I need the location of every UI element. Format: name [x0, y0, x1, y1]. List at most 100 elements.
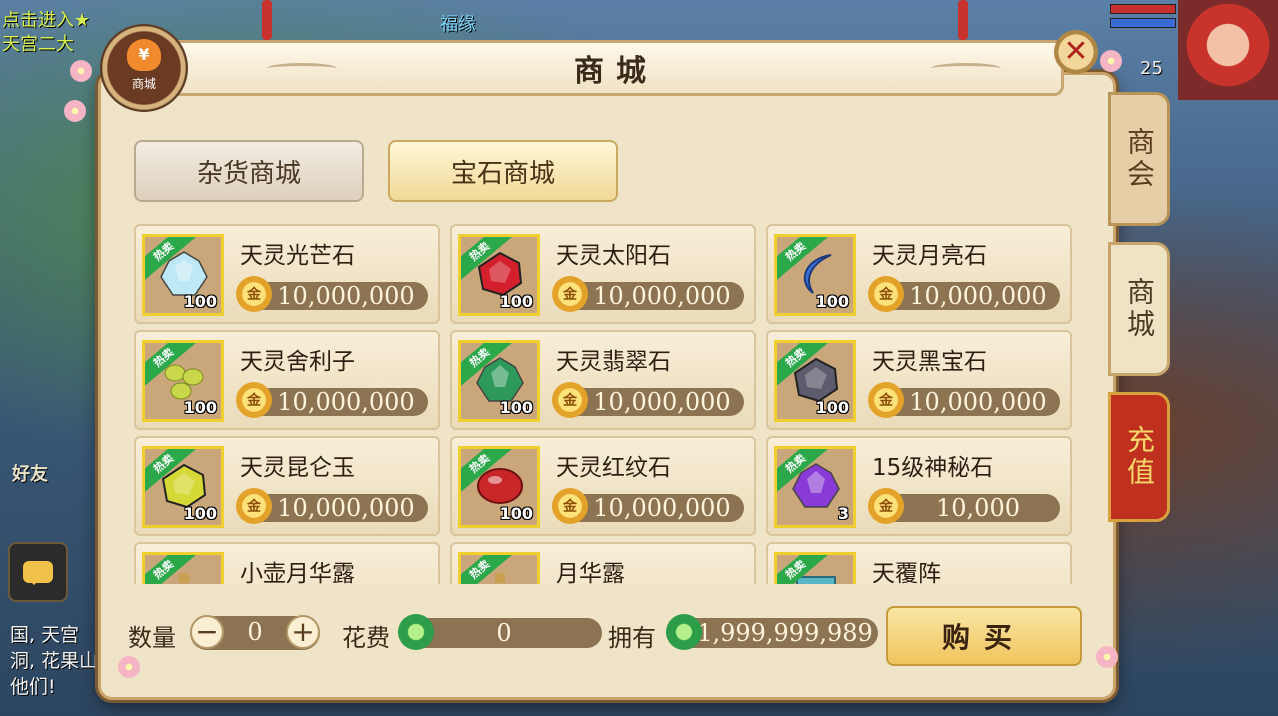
item-icon-frame[interactable]: 热卖 100 [458, 446, 540, 528]
item-icon-frame[interactable]: 热卖 3 [774, 446, 856, 528]
flower-decor [1100, 50, 1122, 72]
item-quantity: 100 [183, 292, 217, 311]
shop-item-card[interactable]: 热卖 100 天灵太阳石金 10,000,000 [450, 224, 756, 324]
item-icon-frame[interactable]: 热卖 100 [774, 234, 856, 316]
shop-item-card[interactable]: 热卖 月华露 [450, 542, 756, 584]
item-icon-frame[interactable]: 热卖 [774, 552, 856, 584]
gold-coin-icon: 金 [236, 276, 272, 312]
owned-value: 1,999,999,989 [697, 619, 873, 647]
price-bar: 金 10,000,000 [868, 276, 1060, 312]
flower-decor [1096, 646, 1118, 668]
shop-badge-label: 商城 [131, 76, 156, 91]
side-tab-mall[interactable]: 商城 [1108, 242, 1170, 376]
jade-currency-icon [666, 614, 702, 650]
item-price: 10,000 [936, 494, 1020, 522]
flower-decor [64, 100, 86, 122]
item-name: 天灵太阳石 [556, 243, 671, 269]
item-grid-scroll[interactable]: 热卖 100 天灵光芒石金 10,000,000 热卖 100 天灵太阳石金 10,000,0… [134, 224, 1076, 584]
shop-item-card[interactable]: 热卖 3 15级神秘石金 10,000 [766, 436, 1072, 536]
player-avatar[interactable] [1178, 0, 1278, 100]
title-ornament [267, 63, 337, 74]
cost-value: 0 [496, 619, 512, 647]
chat-bubble-icon [23, 561, 53, 585]
item-quantity: 100 [815, 292, 849, 311]
shop-item-card[interactable]: 热卖 100 天灵黑宝石金 10,000,000 [766, 330, 1072, 430]
player-level: 25 [1140, 58, 1163, 79]
item-name: 天灵翡翠石 [556, 349, 671, 375]
shop-item-card[interactable]: 热卖 小壶月华露 [134, 542, 440, 584]
chat-line: 他们! [10, 676, 56, 698]
gold-coin-icon: 金 [552, 382, 588, 418]
tab-general-store[interactable]: 杂货商城 [134, 140, 364, 202]
owned-label: 拥有 [608, 624, 656, 652]
decor-rope [262, 0, 272, 40]
item-icon-frame[interactable]: 热卖 [458, 552, 540, 584]
item-price: 10,000,000 [593, 494, 731, 522]
price-bar: 金 10,000,000 [236, 382, 428, 418]
quest-line-2[interactable]: 天宫二大 [2, 30, 74, 56]
item-quantity: 100 [499, 398, 533, 417]
gold-coin-icon: 金 [236, 488, 272, 524]
gold-coin-icon: 金 [868, 276, 904, 312]
item-icon-frame[interactable]: 热卖 100 [142, 340, 224, 422]
price-bar: 金 10,000,000 [236, 276, 428, 312]
shop-item-card[interactable]: 热卖 天覆阵 [766, 542, 1072, 584]
item-name: 天灵月亮石 [872, 243, 987, 269]
item-icon-frame[interactable]: 热卖 100 [142, 446, 224, 528]
shop-item-card[interactable]: 热卖 100 天灵月亮石金 10,000,000 [766, 224, 1072, 324]
quest-line-1[interactable]: 点击进入★ [2, 6, 90, 32]
price-bar: 金 10,000,000 [236, 488, 428, 524]
price-bar: 金 10,000 [868, 488, 1060, 524]
item-price: 10,000,000 [909, 388, 1047, 416]
quantity-label: 数量 [128, 624, 176, 652]
item-icon-frame[interactable]: 热卖 [142, 552, 224, 584]
gold-coin-icon: 金 [868, 488, 904, 524]
item-icon-frame[interactable]: 热卖 100 [458, 340, 540, 422]
tab-gem-store[interactable]: 宝石商城 [388, 140, 618, 202]
shop-title: 商城 [574, 54, 658, 89]
side-tab-recharge[interactable]: 充值 [1108, 392, 1170, 522]
chat-button[interactable] [8, 542, 68, 602]
shop-item-card[interactable]: 热卖 100 天灵舍利子金 10,000,000 [134, 330, 440, 430]
item-price: 10,000,000 [277, 494, 415, 522]
price-bar: 金 10,000,000 [552, 276, 744, 312]
item-icon-frame[interactable]: 热卖 100 [142, 234, 224, 316]
item-name: 天灵黑宝石 [872, 349, 987, 375]
item-price: 10,000,000 [593, 282, 731, 310]
chat-log: 国, 天宫 洞, 花果山 他们! [10, 622, 100, 700]
close-button[interactable]: ✕ [1054, 30, 1098, 74]
shop-badge: ¥ 商城 [100, 24, 188, 112]
item-name: 天覆阵 [872, 561, 941, 584]
item-price: 10,000,000 [277, 388, 415, 416]
friends-button[interactable]: 好友 [12, 460, 48, 486]
npc-name: 福缘 [440, 14, 476, 35]
plus-button[interactable]: + [286, 615, 320, 649]
cost-label: 花费 [342, 624, 390, 652]
item-name: 天灵红纹石 [556, 455, 671, 481]
jade-currency-icon [398, 614, 434, 650]
item-quantity: 100 [499, 292, 533, 311]
item-name: 15级神秘石 [872, 455, 994, 481]
shop-item-card[interactable]: 热卖 100 天灵昆仑玉金 10,000,000 [134, 436, 440, 536]
item-quantity: 100 [183, 504, 217, 523]
price-bar: 金 10,000,000 [868, 382, 1060, 418]
owned-bar: 1,999,999,989 [666, 614, 878, 650]
gold-coin-icon: 金 [236, 382, 272, 418]
item-icon-frame[interactable]: 热卖 100 [774, 340, 856, 422]
shop-item-card[interactable]: 热卖 100 天灵光芒石金 10,000,000 [134, 224, 440, 324]
item-icon-frame[interactable]: 热卖 100 [458, 234, 540, 316]
buy-button[interactable]: 购买 [886, 606, 1082, 666]
player-status-bars [1110, 4, 1176, 32]
chat-line: 国, 天宫 [10, 624, 80, 646]
gold-coin-icon: 金 [552, 276, 588, 312]
item-quantity: 100 [815, 398, 849, 417]
decor-rope [958, 0, 968, 40]
side-tab-guild-shop[interactable]: 商会 [1108, 92, 1170, 226]
price-bar: 金 10,000,000 [552, 382, 744, 418]
shop-item-card[interactable]: 热卖 100 天灵翡翠石金 10,000,000 [450, 330, 756, 430]
item-grid: 热卖 100 天灵光芒石金 10,000,000 热卖 100 天灵太阳石金 10,000,0… [134, 224, 1076, 584]
item-price: 10,000,000 [593, 388, 731, 416]
item-price: 10,000,000 [277, 282, 415, 310]
chat-line: 洞, 花果山 [10, 650, 99, 672]
shop-item-card[interactable]: 热卖 100 天灵红纹石金 10,000,000 [450, 436, 756, 536]
